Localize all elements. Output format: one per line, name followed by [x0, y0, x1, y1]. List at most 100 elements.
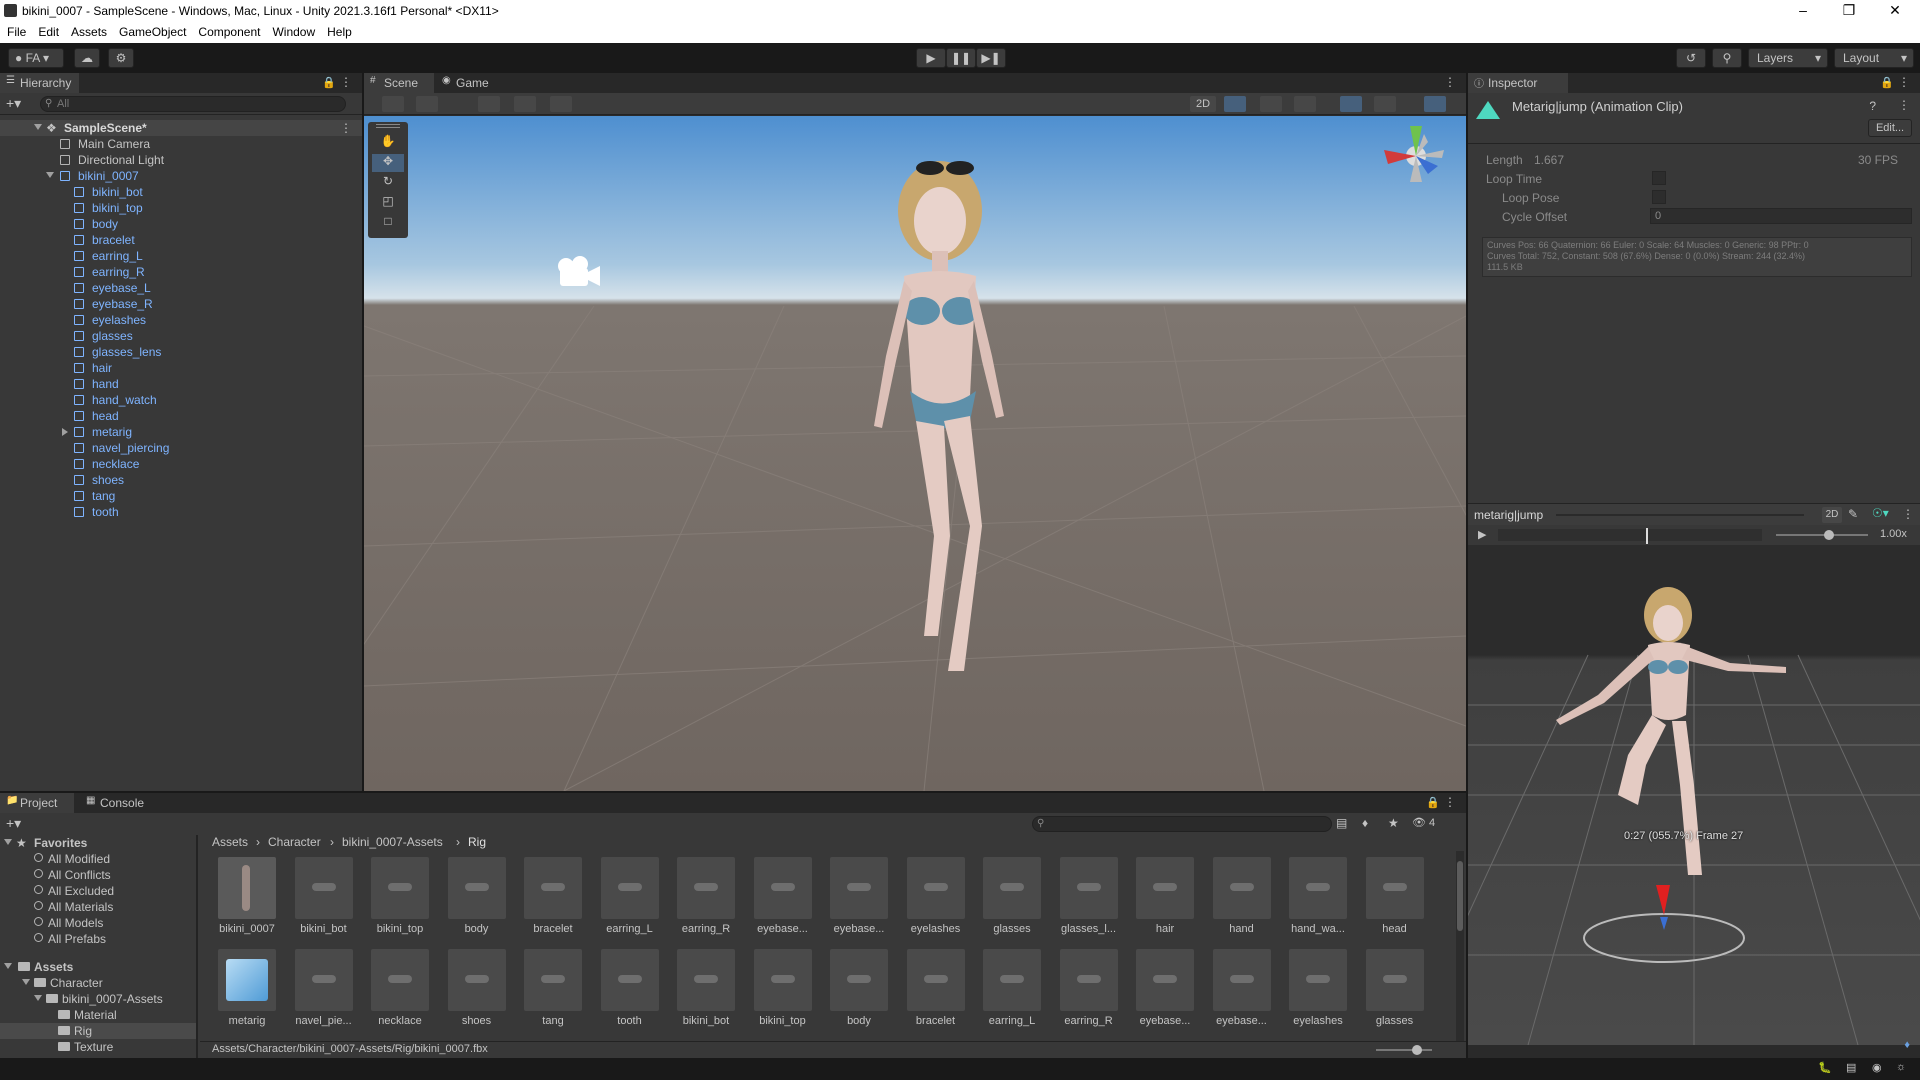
- collab-icon[interactable]: ⚙: [108, 48, 134, 68]
- asset-label[interactable]: eyebase...: [747, 923, 819, 935]
- effects-icon[interactable]: [1294, 96, 1316, 112]
- step-button[interactable]: ▶❚: [976, 48, 1006, 68]
- preview-2d-button[interactable]: 2D: [1822, 507, 1842, 523]
- asset-thumbnail[interactable]: [1289, 949, 1347, 1011]
- hierarchy-item[interactable]: eyebase_R: [0, 296, 362, 312]
- layers-dropdown[interactable]: Layers ▾: [1748, 48, 1828, 68]
- asset-label[interactable]: body: [441, 923, 513, 935]
- asset-label[interactable]: navel_pie...: [288, 1015, 360, 1027]
- hierarchy-item[interactable]: eyebase_L: [0, 280, 362, 296]
- asset-label[interactable]: earring_R: [670, 923, 742, 935]
- hierarchy-item[interactable]: glasses_lens: [0, 344, 362, 360]
- camera-settings-icon[interactable]: [1374, 96, 1396, 112]
- hierarchy-item[interactable]: head: [0, 408, 362, 424]
- cache-icon[interactable]: ◉: [1872, 1061, 1882, 1074]
- breadcrumb-character[interactable]: Character: [268, 835, 321, 849]
- asset-thumbnail[interactable]: [371, 857, 429, 919]
- orientation-gizmo[interactable]: [1384, 126, 1444, 182]
- play-button[interactable]: ▶: [916, 48, 946, 68]
- pivot-icon[interactable]: ✎: [1848, 507, 1858, 521]
- hierarchy-scene-row[interactable]: ❖ SampleScene* ⋮: [0, 120, 362, 136]
- kebab-menu-icon[interactable]: ⋮: [1444, 75, 1456, 89]
- scale-tool-icon[interactable]: ◰: [372, 194, 404, 212]
- increment-snap-icon[interactable]: [550, 96, 572, 112]
- scene-viewport[interactable]: ✋ ✥ ↻ ◰ □: [364, 116, 1466, 791]
- asset-label[interactable]: eyebase...: [1129, 1015, 1201, 1027]
- menu-file[interactable]: File: [0, 22, 31, 39]
- asset-thumbnail[interactable]: [1059, 949, 1118, 1011]
- favorite-icon[interactable]: ★: [1388, 816, 1399, 830]
- asset-label[interactable]: eyelashes: [1282, 1015, 1354, 1027]
- breadcrumb-rig[interactable]: Rig: [468, 835, 486, 849]
- hierarchy-item[interactable]: tooth: [0, 504, 362, 520]
- asset-label[interactable]: necklace: [364, 1015, 436, 1027]
- asset-label[interactable]: shoes: [441, 1015, 513, 1027]
- favorites-header[interactable]: ★ Favorites: [0, 835, 198, 851]
- folder-item[interactable]: bikini_0007-Assets: [0, 991, 198, 1007]
- asset-thumbnail[interactable]: [1365, 949, 1424, 1011]
- debug-icon[interactable]: 🐛: [1818, 1061, 1832, 1074]
- hierarchy-item[interactable]: earring_R: [0, 264, 362, 280]
- asset-label[interactable]: bikini_0007: [211, 923, 283, 935]
- breadcrumb-bikini-assets[interactable]: bikini_0007-Assets: [342, 835, 443, 849]
- kebab-menu-icon[interactable]: ⋮: [1902, 507, 1914, 521]
- asset-thumbnail[interactable]: [677, 949, 735, 1011]
- shading-sphere-icon[interactable]: [1156, 96, 1178, 112]
- asset-label[interactable]: bracelet: [517, 923, 589, 935]
- asset-thumbnail[interactable]: [1212, 949, 1271, 1011]
- tab-project[interactable]: 📁 Project: [0, 793, 74, 813]
- asset-thumbnail[interactable]: [906, 949, 965, 1011]
- drag-handle-icon[interactable]: [376, 124, 400, 128]
- autogen-lighting-icon[interactable]: ☼: [1896, 1061, 1906, 1073]
- hierarchy-item[interactable]: body: [0, 216, 362, 232]
- assets-header[interactable]: Assets: [0, 959, 198, 975]
- hierarchy-item[interactable]: Main Camera: [0, 136, 362, 152]
- lighting-icon[interactable]: [1224, 96, 1246, 112]
- hierarchy-item[interactable]: navel_piercing: [0, 440, 362, 456]
- audio-icon[interactable]: [1260, 96, 1282, 112]
- search-icon[interactable]: ⚲: [1712, 48, 1742, 68]
- asset-label[interactable]: metarig: [211, 1015, 283, 1027]
- draw-mode-icon[interactable]: [382, 96, 404, 112]
- hierarchy-item[interactable]: bikini_0007: [0, 168, 362, 184]
- hand-tool-icon[interactable]: ✋: [372, 134, 404, 152]
- asset-thumbnail[interactable]: [983, 857, 1041, 919]
- kebab-menu-icon[interactable]: ⋮: [1898, 75, 1910, 89]
- menu-assets[interactable]: Assets: [64, 22, 112, 39]
- hierarchy-item[interactable]: metarig: [0, 424, 362, 440]
- asset-label-icon[interactable]: ♦: [1904, 1039, 1910, 1051]
- asset-thumbnail[interactable]: [218, 949, 276, 1011]
- asset-label[interactable]: head: [1359, 923, 1431, 935]
- expand-arrow-icon[interactable]: [4, 963, 12, 969]
- speed-slider-thumb[interactable]: [1824, 530, 1834, 540]
- asset-label[interactable]: hair: [1129, 923, 1201, 935]
- speed-slider[interactable]: [1776, 530, 1868, 540]
- view-options-icon[interactable]: [416, 96, 438, 112]
- asset-thumbnail[interactable]: [830, 949, 888, 1011]
- search-by-type-icon[interactable]: ▤: [1336, 816, 1347, 830]
- favorite-item[interactable]: All Excluded: [0, 883, 198, 899]
- menu-window[interactable]: Window: [265, 22, 320, 39]
- lock-icon[interactable]: 🔒: [1426, 796, 1440, 809]
- kebab-menu-icon[interactable]: ⋮: [340, 75, 352, 89]
- tab-game[interactable]: ◉ Game: [436, 73, 496, 93]
- cloud-icon[interactable]: ☁: [74, 48, 100, 68]
- tab-inspector[interactable]: ⓘ Inspector: [1468, 73, 1568, 93]
- asset-label[interactable]: earring_L: [976, 1015, 1048, 1027]
- scrollbar-thumb[interactable]: [1457, 861, 1463, 931]
- help-icon[interactable]: ?: [1869, 99, 1876, 113]
- expand-arrow-icon[interactable]: [22, 979, 30, 985]
- hierarchy-item[interactable]: glasses: [0, 328, 362, 344]
- scrubber-playhead[interactable]: [1646, 528, 1648, 544]
- menu-component[interactable]: Component: [191, 22, 265, 39]
- hierarchy-search-input[interactable]: ⚲ All: [40, 96, 346, 112]
- history-icon[interactable]: ↺: [1676, 48, 1706, 68]
- expand-arrow-icon[interactable]: [4, 839, 12, 845]
- asset-thumbnail[interactable]: [447, 949, 506, 1011]
- search-by-label-icon[interactable]: ♦: [1362, 816, 1368, 830]
- maximize-button[interactable]: ❐: [1826, 0, 1872, 22]
- add-icon[interactable]: +▾: [6, 815, 21, 832]
- asset-label[interactable]: glasses: [976, 923, 1048, 935]
- hierarchy-item[interactable]: bracelet: [0, 232, 362, 248]
- asset-thumbnail[interactable]: [600, 857, 659, 919]
